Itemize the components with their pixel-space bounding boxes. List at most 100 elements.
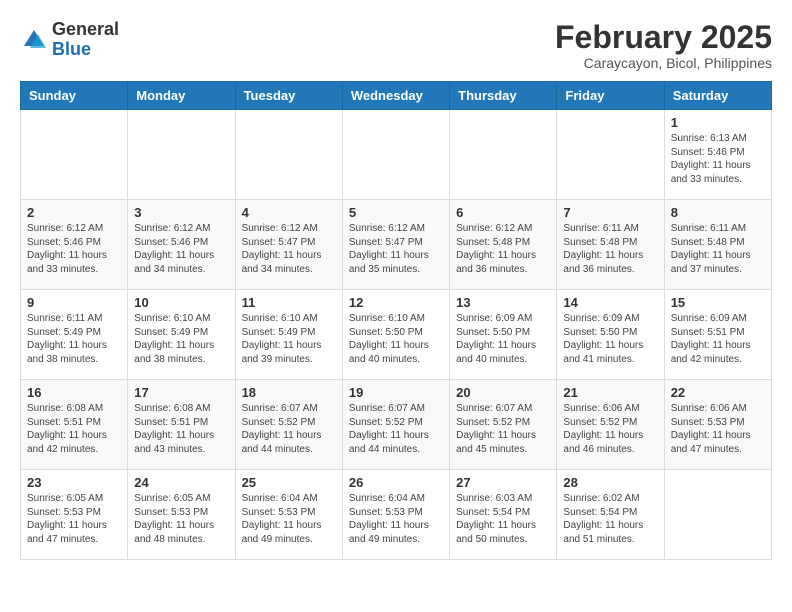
calendar-cell (128, 110, 235, 200)
logo-general-text: General (52, 19, 119, 39)
weekday-header-tuesday: Tuesday (235, 82, 342, 110)
day-info: Sunrise: 6:09 AM Sunset: 5:50 PM Dayligh… (456, 312, 550, 366)
calendar-cell: 18 Sunrise: 6:07 AM Sunset: 5:52 PM Dayli… (235, 380, 342, 470)
day-info: Sunrise: 6:04 AM Sunset: 5:53 PM Dayligh… (349, 492, 443, 546)
day-number: 1 (671, 115, 765, 130)
day-number: 21 (563, 385, 657, 400)
day-number: 24 (134, 475, 228, 490)
day-info: Sunrise: 6:12 AM Sunset: 5:46 PM Dayligh… (27, 222, 121, 276)
day-number: 14 (563, 295, 657, 310)
calendar-cell: 25 Sunrise: 6:04 AM Sunset: 5:53 PM Dayli… (235, 470, 342, 560)
day-number: 22 (671, 385, 765, 400)
day-number: 6 (456, 205, 550, 220)
day-info: Sunrise: 6:02 AM Sunset: 5:54 PM Dayligh… (563, 492, 657, 546)
calendar-header-row: SundayMondayTuesdayWednesdayThursdayFrid… (21, 82, 772, 110)
weekday-header-thursday: Thursday (450, 82, 557, 110)
day-info: Sunrise: 6:10 AM Sunset: 5:50 PM Dayligh… (349, 312, 443, 366)
weekday-header-monday: Monday (128, 82, 235, 110)
day-number: 17 (134, 385, 228, 400)
calendar-cell (342, 110, 449, 200)
calendar-cell: 17 Sunrise: 6:08 AM Sunset: 5:51 PM Dayli… (128, 380, 235, 470)
day-info: Sunrise: 6:12 AM Sunset: 5:46 PM Dayligh… (134, 222, 228, 276)
day-info: Sunrise: 6:09 AM Sunset: 5:51 PM Dayligh… (671, 312, 765, 366)
calendar-cell: 7 Sunrise: 6:11 AM Sunset: 5:48 PM Daylig… (557, 200, 664, 290)
weekday-header-friday: Friday (557, 82, 664, 110)
day-number: 23 (27, 475, 121, 490)
calendar-cell: 27 Sunrise: 6:03 AM Sunset: 5:54 PM Dayli… (450, 470, 557, 560)
calendar-cell: 22 Sunrise: 6:06 AM Sunset: 5:53 PM Dayli… (664, 380, 771, 470)
day-info: Sunrise: 6:05 AM Sunset: 5:53 PM Dayligh… (134, 492, 228, 546)
calendar-cell: 8 Sunrise: 6:11 AM Sunset: 5:48 PM Daylig… (664, 200, 771, 290)
calendar-week-3: 9Sunrise: 6:11 AM Sunset: 5:49 PM Daylig… (21, 290, 772, 380)
day-info: Sunrise: 6:10 AM Sunset: 5:49 PM Dayligh… (134, 312, 228, 366)
calendar-week-2: 2 Sunrise: 6:12 AM Sunset: 5:46 PM Daylig… (21, 200, 772, 290)
day-info: Sunrise: 6:12 AM Sunset: 5:48 PM Dayligh… (456, 222, 550, 276)
logo-blue-text: Blue (52, 39, 91, 59)
calendar-cell: 14 Sunrise: 6:09 AM Sunset: 5:50 PM Dayli… (557, 290, 664, 380)
calendar-cell: 12 Sunrise: 6:10 AM Sunset: 5:50 PM Dayli… (342, 290, 449, 380)
calendar-cell (235, 110, 342, 200)
calendar-cell: 4Sunrise: 6:12 AM Sunset: 5:47 PM Daylig… (235, 200, 342, 290)
calendar-table: SundayMondayTuesdayWednesdayThursdayFrid… (20, 81, 772, 560)
day-number: 2 (27, 205, 121, 220)
calendar-cell: 10 Sunrise: 6:10 AM Sunset: 5:49 PM Dayli… (128, 290, 235, 380)
day-info: Sunrise: 6:07 AM Sunset: 5:52 PM Dayligh… (349, 402, 443, 456)
day-info: Sunrise: 6:13 AM Sunset: 5:46 PM Dayligh… (671, 132, 765, 186)
day-number: 27 (456, 475, 550, 490)
day-info: Sunrise: 6:07 AM Sunset: 5:52 PM Dayligh… (456, 402, 550, 456)
day-info: Sunrise: 6:05 AM Sunset: 5:53 PM Dayligh… (27, 492, 121, 546)
calendar-week-5: 23 Sunrise: 6:05 AM Sunset: 5:53 PM Dayli… (21, 470, 772, 560)
calendar-cell: 19 Sunrise: 6:07 AM Sunset: 5:52 PM Dayli… (342, 380, 449, 470)
calendar-cell: 3 Sunrise: 6:12 AM Sunset: 5:46 PM Daylig… (128, 200, 235, 290)
calendar-cell: 11 Sunrise: 6:10 AM Sunset: 5:49 PM Dayli… (235, 290, 342, 380)
calendar-cell: 24 Sunrise: 6:05 AM Sunset: 5:53 PM Dayli… (128, 470, 235, 560)
day-number: 13 (456, 295, 550, 310)
day-info: Sunrise: 6:09 AM Sunset: 5:50 PM Dayligh… (563, 312, 657, 366)
calendar-cell: 16Sunrise: 6:08 AM Sunset: 5:51 PM Dayli… (21, 380, 128, 470)
calendar-cell: 13 Sunrise: 6:09 AM Sunset: 5:50 PM Dayli… (450, 290, 557, 380)
calendar-cell: 20 Sunrise: 6:07 AM Sunset: 5:52 PM Dayli… (450, 380, 557, 470)
calendar-cell: 21 Sunrise: 6:06 AM Sunset: 5:52 PM Dayli… (557, 380, 664, 470)
day-number: 8 (671, 205, 765, 220)
day-info: Sunrise: 6:06 AM Sunset: 5:53 PM Dayligh… (671, 402, 765, 456)
page-header: General Blue February 2025 Caraycayon, B… (20, 20, 772, 71)
day-info: Sunrise: 6:08 AM Sunset: 5:51 PM Dayligh… (27, 402, 121, 456)
day-info: Sunrise: 6:03 AM Sunset: 5:54 PM Dayligh… (456, 492, 550, 546)
day-number: 7 (563, 205, 657, 220)
day-number: 18 (242, 385, 336, 400)
logo-icon (20, 26, 48, 54)
day-number: 19 (349, 385, 443, 400)
weekday-header-wednesday: Wednesday (342, 82, 449, 110)
calendar-cell: 28 Sunrise: 6:02 AM Sunset: 5:54 PM Dayli… (557, 470, 664, 560)
month-year-title: February 2025 (555, 20, 772, 55)
day-info: Sunrise: 6:06 AM Sunset: 5:52 PM Dayligh… (563, 402, 657, 456)
day-number: 20 (456, 385, 550, 400)
day-number: 28 (563, 475, 657, 490)
day-number: 10 (134, 295, 228, 310)
day-number: 25 (242, 475, 336, 490)
calendar-cell (664, 470, 771, 560)
day-number: 4 (242, 205, 336, 220)
calendar-cell (450, 110, 557, 200)
day-info: Sunrise: 6:11 AM Sunset: 5:48 PM Dayligh… (671, 222, 765, 276)
calendar-cell: 6 Sunrise: 6:12 AM Sunset: 5:48 PM Daylig… (450, 200, 557, 290)
day-info: Sunrise: 6:10 AM Sunset: 5:49 PM Dayligh… (242, 312, 336, 366)
calendar-cell: 9Sunrise: 6:11 AM Sunset: 5:49 PM Daylig… (21, 290, 128, 380)
day-info: Sunrise: 6:11 AM Sunset: 5:48 PM Dayligh… (563, 222, 657, 276)
day-number: 12 (349, 295, 443, 310)
day-info: Sunrise: 6:08 AM Sunset: 5:51 PM Dayligh… (134, 402, 228, 456)
day-number: 3 (134, 205, 228, 220)
weekday-header-saturday: Saturday (664, 82, 771, 110)
calendar-week-1: 1 Sunrise: 6:13 AM Sunset: 5:46 PM Daylig… (21, 110, 772, 200)
weekday-header-sunday: Sunday (21, 82, 128, 110)
calendar-week-4: 16Sunrise: 6:08 AM Sunset: 5:51 PM Dayli… (21, 380, 772, 470)
day-info: Sunrise: 6:04 AM Sunset: 5:53 PM Dayligh… (242, 492, 336, 546)
location-subtitle: Caraycayon, Bicol, Philippines (555, 55, 772, 71)
calendar-cell (557, 110, 664, 200)
day-number: 11 (242, 295, 336, 310)
logo: General Blue (20, 20, 119, 60)
day-info: Sunrise: 6:07 AM Sunset: 5:52 PM Dayligh… (242, 402, 336, 456)
day-number: 5 (349, 205, 443, 220)
day-number: 9 (27, 295, 121, 310)
day-number: 26 (349, 475, 443, 490)
